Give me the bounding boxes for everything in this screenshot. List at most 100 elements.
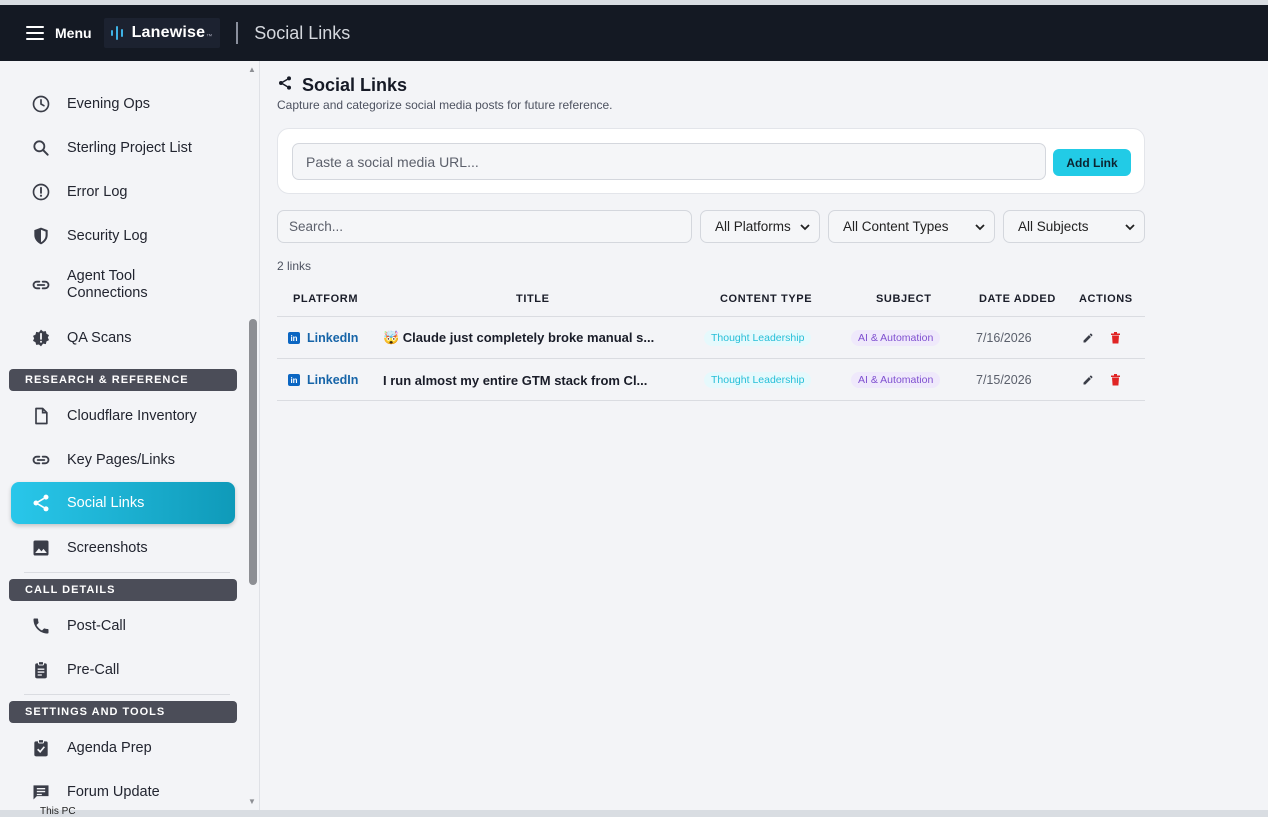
scroll-down-arrow[interactable]: ▼ [247, 798, 257, 806]
taskbar-this-pc[interactable]: This PC [40, 806, 160, 817]
sidebar-item-label: Forum Update [67, 783, 160, 800]
content-type-filter-select[interactable]: All Content Types [828, 210, 995, 243]
sidebar-divider [24, 572, 230, 573]
sidebar-item-partial[interactable] [11, 61, 235, 63]
phone-icon [29, 614, 53, 638]
sidebar-item-screenshots[interactable]: Screenshots [11, 527, 235, 569]
section-header-research: RESEARCH & REFERENCE [9, 369, 237, 391]
sidebar-item-forum-update[interactable]: Forum Update [11, 771, 235, 810]
sidebar-item-pre-call[interactable]: Pre-Call [11, 649, 235, 691]
sidebar-item-social-links[interactable]: Social Links [11, 482, 235, 524]
link-icon [29, 273, 53, 297]
link-count: 2 links [277, 259, 312, 273]
sidebar-item-qa-scans[interactable]: QA Scans [11, 317, 235, 359]
sidebar-item-label: Key Pages/Links [67, 451, 176, 468]
sidebar-item-label: Pre-Call [67, 661, 120, 678]
message-icon [29, 780, 53, 804]
subject-filter-select[interactable]: All Subjects [1003, 210, 1145, 243]
add-link-button[interactable]: Add Link [1053, 149, 1131, 176]
clock-icon [29, 92, 53, 116]
link-title[interactable]: 🤯 Claude just completely broke manual s.… [383, 317, 654, 359]
logo-trademark: ™ [206, 34, 213, 40]
chevron-down-icon [975, 224, 985, 231]
sidebar-item-post-call[interactable]: Post-Call [11, 605, 235, 647]
content-type-filter-value: All Content Types [843, 219, 949, 234]
menu-button[interactable]: Menu [26, 25, 92, 41]
sidebar-item-security-log[interactable]: Security Log [11, 215, 235, 257]
linkedin-icon: in [288, 332, 300, 344]
platform-link[interactable]: in LinkedIn [288, 359, 358, 401]
sidebar-item-label: QA Scans [67, 329, 132, 346]
sidebar-item-key-pages-links[interactable]: Key Pages/Links [11, 439, 235, 481]
content-type-badge: Thought Leadership [704, 372, 812, 388]
search-input[interactable] [277, 210, 692, 243]
sidebar-divider [24, 694, 230, 695]
sidebar-item-error-log[interactable]: Error Log [11, 171, 235, 213]
column-header-title[interactable]: TITLE [516, 293, 550, 305]
hamburger-icon [26, 26, 44, 40]
sidebar-scrollbar-thumb[interactable] [249, 319, 257, 585]
main-content: Social Links Capture and categorize soci… [261, 61, 1268, 810]
sidebar-item-cloudflare-inventory[interactable]: Cloudflare Inventory [11, 395, 235, 437]
logo-text: Lanewise [131, 24, 206, 41]
column-header-platform[interactable]: PLATFORM [293, 293, 358, 305]
sidebar-item-label: Social Links [67, 494, 145, 511]
sidebar-item-agenda-prep[interactable]: Agenda Prep [11, 727, 235, 769]
share-icon [277, 75, 293, 96]
add-link-card: Add Link [277, 128, 1145, 194]
share-icon [29, 491, 53, 515]
table-row[interactable]: in LinkedIn 🤯 Claude just completely bro… [277, 317, 1145, 359]
header-divider [236, 22, 239, 44]
sidebar-item-label: Agenda Prep [67, 739, 152, 756]
content-type-cell: Thought Leadership [704, 359, 812, 401]
logo-mark-icon [110, 26, 123, 40]
page-title: Social Links [302, 75, 408, 95]
document-icon [29, 404, 53, 428]
subject-badge: AI & Automation [851, 330, 941, 346]
sidebar-item-label: Evening Ops [67, 95, 151, 112]
date-added: 7/15/2026 [976, 373, 1032, 387]
sidebar-item-sterling-project-list[interactable]: Sterling Project List [11, 127, 235, 169]
top-bar: Menu Lanewise ™ Social Links [0, 5, 1268, 61]
delete-button[interactable] [1110, 359, 1121, 401]
search-icon [29, 136, 53, 160]
subject-cell: AI & Automation [851, 317, 941, 359]
platform-link[interactable]: in LinkedIn [288, 317, 358, 359]
social-url-input[interactable] [292, 143, 1046, 180]
scroll-up-arrow[interactable]: ▲ [247, 66, 257, 74]
edit-button[interactable] [1082, 359, 1094, 401]
content-type-badge: Thought Leadership [704, 330, 812, 346]
menu-label: Menu [55, 25, 92, 41]
date-added: 7/16/2026 [976, 331, 1032, 345]
platform-name: LinkedIn [307, 373, 359, 387]
trash-icon [1111, 374, 1120, 386]
header-page-title: Social Links [254, 22, 351, 43]
subject-filter-value: All Subjects [1018, 219, 1089, 234]
table-row[interactable]: in LinkedIn I run almost my entire GTM s… [277, 359, 1145, 401]
sidebar-item-label: Sterling Project List [67, 139, 192, 156]
sidebar-item-label: Screenshots [67, 539, 148, 556]
image-icon [29, 536, 53, 560]
partial-icon [29, 61, 53, 63]
column-header-date-added[interactable]: DATE ADDED [979, 293, 1056, 305]
subject-cell: AI & Automation [851, 359, 941, 401]
platform-filter-select[interactable]: All Platforms [700, 210, 820, 243]
sidebar-item-label: Security Log [67, 227, 148, 244]
page-header: Social Links [277, 75, 407, 96]
delete-button[interactable] [1110, 317, 1121, 359]
sidebar-item-label: Cloudflare Inventory [67, 407, 197, 424]
chevron-down-icon [1125, 224, 1135, 231]
clipboard-icon [29, 658, 53, 682]
sidebar: Evening Ops Sterling Project List Error … [0, 61, 260, 810]
sidebar-item-agent-tool-connections[interactable]: Agent Tool Connections [11, 259, 235, 311]
sidebar-item-evening-ops[interactable]: Evening Ops [11, 83, 235, 125]
app-window: Menu Lanewise ™ Social Links Evening Ops [0, 5, 1268, 810]
column-header-subject[interactable]: SUBJECT [876, 293, 932, 305]
linkedin-icon: in [288, 374, 300, 386]
shield-icon [29, 224, 53, 248]
column-header-content-type[interactable]: CONTENT TYPE [720, 293, 812, 305]
chevron-down-icon [800, 224, 810, 231]
link-title[interactable]: I run almost my entire GTM stack from Cl… [383, 359, 647, 401]
edit-button[interactable] [1082, 317, 1094, 359]
links-table: PLATFORM TITLE CONTENT TYPE SUBJECT DATE… [277, 281, 1145, 401]
